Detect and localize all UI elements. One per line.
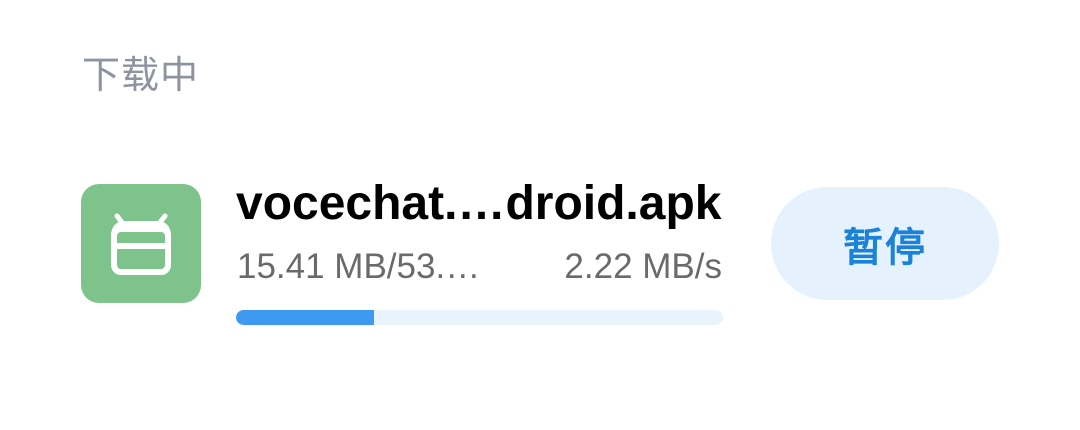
pause-button[interactable]: 暂停 bbox=[771, 187, 999, 300]
download-progress-fill bbox=[236, 310, 375, 325]
download-size-progress: 15.41 MB/53.… bbox=[237, 247, 481, 286]
download-speed: 2.22 MB/s bbox=[564, 247, 722, 286]
download-item[interactable]: vocechat.…droid.apk 15.41 MB/53.… 2.22 M… bbox=[0, 160, 1080, 340]
section-title: 下载中 bbox=[82, 53, 200, 97]
file-name: vocechat.…droid.apk bbox=[236, 177, 722, 230]
download-progress-bar bbox=[236, 310, 723, 325]
android-icon bbox=[81, 184, 201, 303]
